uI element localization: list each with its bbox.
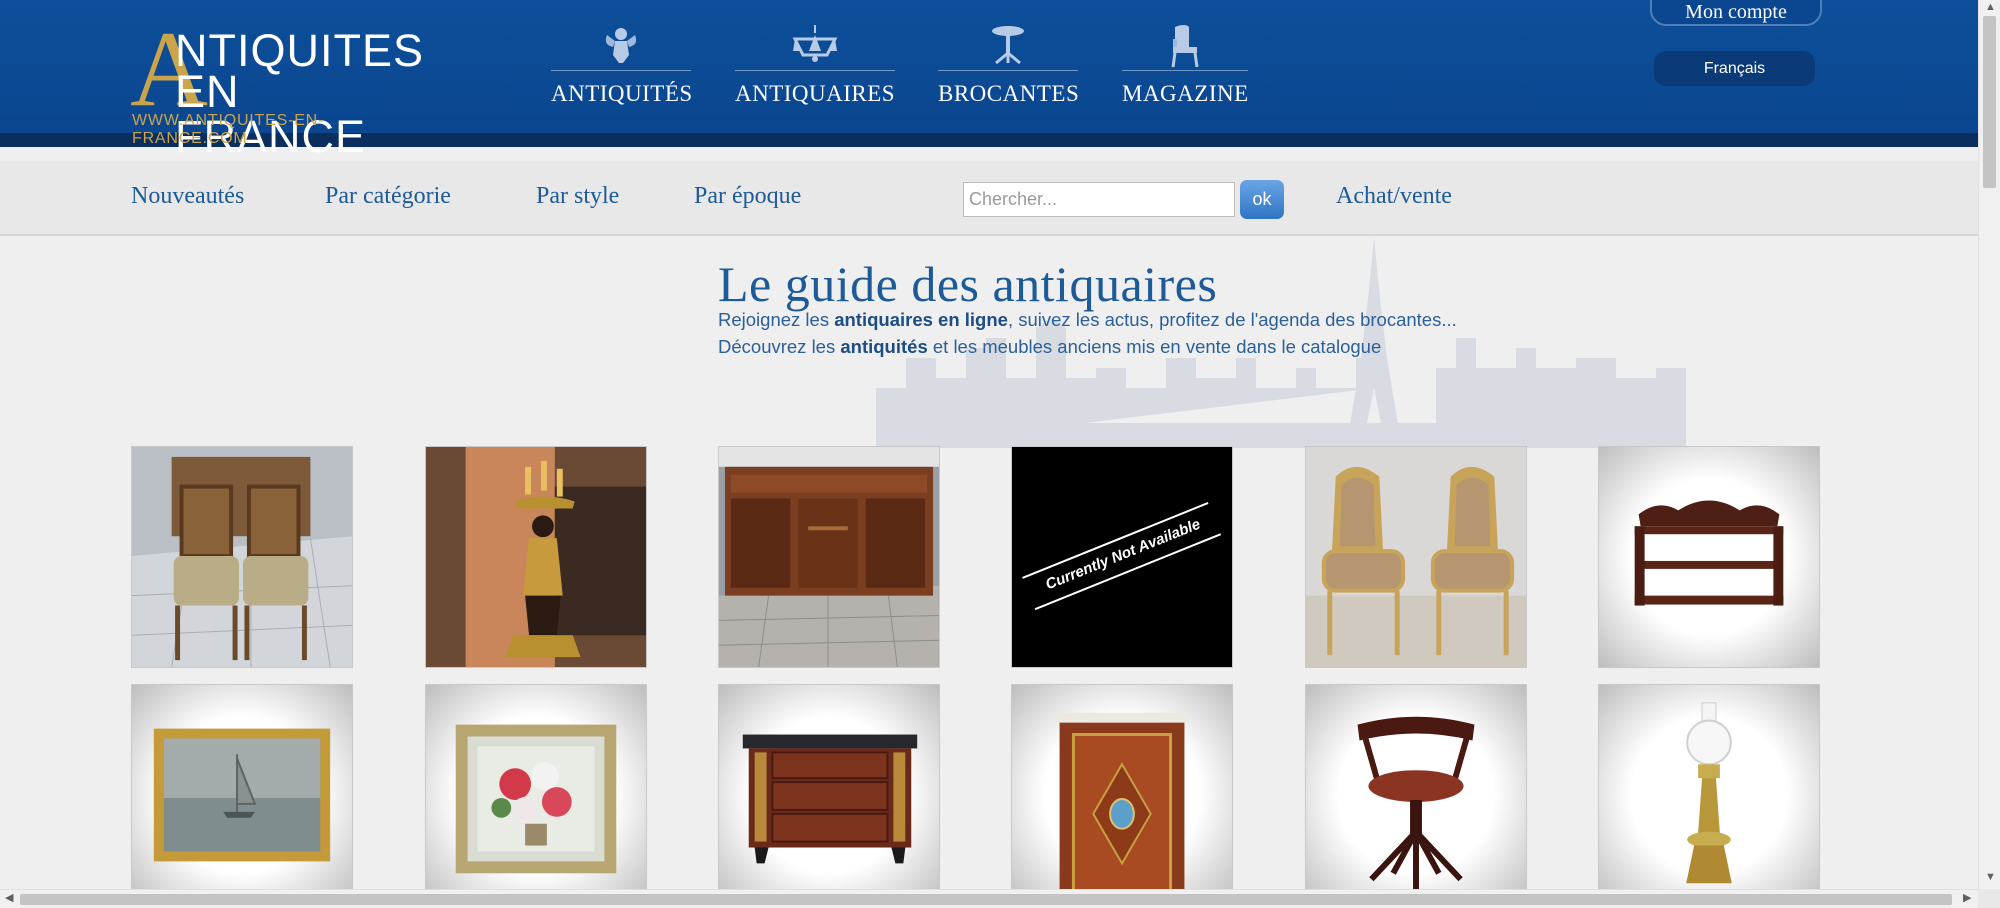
nav-antiquaires[interactable]: ANTIQUAIRES: [735, 25, 895, 110]
nav-divider: [735, 70, 895, 71]
product-tile[interactable]: [1598, 446, 1820, 668]
category-nav: Nouveautés Par catégorie Par style Par é…: [0, 161, 1978, 236]
product-tile[interactable]: [1305, 446, 1527, 668]
nav-divider: [938, 70, 1078, 71]
nav-divider: [551, 70, 691, 71]
product-tile[interactable]: [131, 446, 353, 668]
nav-antiquites[interactable]: ANTIQUITÉS: [551, 25, 693, 110]
language-selector[interactable]: Français: [1654, 51, 1815, 86]
nav-label: BROCANTES: [938, 81, 1080, 106]
nav-label: ANTIQUITÉS: [551, 81, 693, 106]
nav-par-categorie[interactable]: Par catégorie: [325, 183, 451, 210]
hero-line-2: Découvrez les antiquités et les meubles …: [718, 336, 1381, 358]
product-tile[interactable]: Currently Not Available: [1011, 446, 1233, 668]
account-tab[interactable]: Mon compte: [1650, 0, 1822, 26]
horizontal-scrollbar[interactable]: ◀ ▶: [0, 889, 1978, 908]
flower-painting-image: [455, 724, 617, 874]
nav-nouveautes[interactable]: Nouveautés: [131, 183, 244, 210]
scroll-up-icon[interactable]: ▲: [1985, 2, 1996, 13]
nav-label: ANTIQUAIRES: [735, 81, 896, 106]
page-title: Le guide des antiquaires: [718, 256, 1218, 312]
hero-line-1: Rejoignez les antiquaires en ligne, suiv…: [718, 309, 1457, 331]
product-tile[interactable]: [1305, 684, 1527, 906]
nav-par-epoque[interactable]: Par époque: [694, 183, 801, 210]
product-tile[interactable]: [425, 684, 647, 906]
product-tile[interactable]: [718, 684, 940, 906]
search-button[interactable]: ok: [1240, 180, 1284, 219]
product-tile[interactable]: [425, 446, 647, 668]
pair-of-chairs-image: [132, 447, 352, 667]
vertical-scroll-thumb[interactable]: [1983, 16, 1996, 188]
cherub-icon: [551, 25, 691, 65]
nav-magazine[interactable]: MAGAZINE: [1122, 25, 1248, 110]
oil-lamp-image: [1686, 702, 1732, 884]
product-tile[interactable]: [1598, 684, 1820, 906]
scroll-right-icon[interactable]: ▶: [1963, 893, 1971, 904]
pair-of-armchairs-image: [1306, 447, 1526, 667]
hero-text: Découvrez les: [718, 336, 841, 357]
site-logo[interactable]: A NTIQUITES EN FRANCE WWW.ANTIQUITES-EN-…: [130, 16, 435, 160]
product-tile[interactable]: [131, 684, 353, 906]
site-header: A NTIQUITES EN FRANCE WWW.ANTIQUITES-EN-…: [0, 0, 1978, 160]
hero-text: et les meubles anciens mis en vente dans…: [927, 336, 1382, 357]
pedestal-table-icon: [938, 25, 1078, 65]
nav-label: MAGAZINE: [1122, 81, 1249, 106]
chandelier-icon: [735, 25, 895, 65]
nav-achat-vente[interactable]: Achat/vente: [1336, 183, 1452, 210]
armchair-icon: [1122, 25, 1248, 67]
scroll-left-icon[interactable]: ◀: [5, 893, 13, 904]
mahogany-sideboard-image: [719, 447, 939, 667]
vertical-scrollbar[interactable]: ▲ ▼: [1978, 0, 2000, 889]
product-tile[interactable]: [1011, 684, 1233, 906]
scroll-down-icon[interactable]: ▼: [1985, 872, 1996, 883]
empire-commode-image: [742, 734, 918, 864]
antiquaires-link[interactable]: antiquaires en ligne: [834, 309, 1008, 330]
nav-divider: [1122, 70, 1248, 71]
antiquites-link[interactable]: antiquités: [840, 336, 927, 357]
wall-shelf-image: [1634, 500, 1784, 606]
scrollbar-corner: [1978, 889, 2000, 908]
product-tile[interactable]: [718, 446, 940, 668]
hero-text: Rejoignez les: [718, 309, 835, 330]
logo-url: WWW.ANTIQUITES-EN-FRANCE.COM: [132, 112, 325, 147]
seascape-painting-image: [153, 728, 331, 862]
nav-par-style[interactable]: Par style: [536, 183, 619, 210]
horizontal-scroll-thumb[interactable]: [20, 894, 1952, 905]
swivel-office-chair-image: [1357, 716, 1475, 890]
search-input[interactable]: [963, 182, 1235, 217]
blackamoor-candelabra-image: [426, 447, 646, 667]
nav-brocantes[interactable]: BROCANTES: [938, 25, 1080, 110]
hero-text: , suivez les actus, profitez de l'agenda…: [1007, 309, 1457, 330]
marquetry-cabinet-image: [1055, 712, 1189, 905]
